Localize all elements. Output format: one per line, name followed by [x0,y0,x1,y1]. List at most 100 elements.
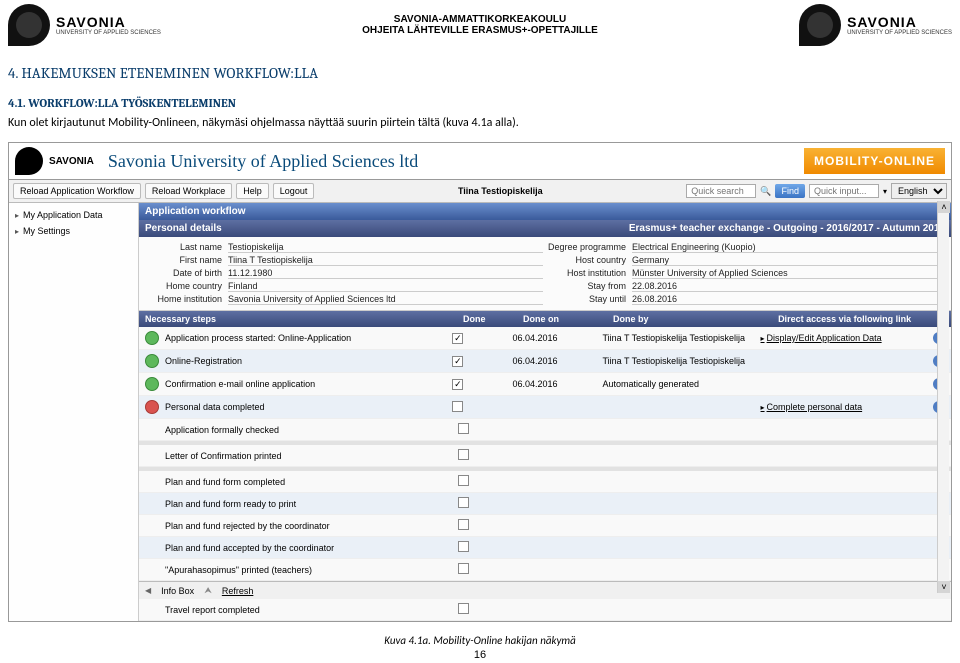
detail-value: 26.08.2016 [632,294,947,305]
personal-details-header: Personal details Erasmus+ teacher exchan… [139,220,951,237]
quick-search-input[interactable] [686,184,756,198]
bottom-bar: ◀ Info Box ⮝ Refresh [139,581,951,599]
done-checkbox [458,519,469,530]
step-name: Confirmation e-mail online application [165,379,452,389]
steps-header-row: Necessary steps Done Done on Done by Dir… [139,311,951,327]
step-name: Letter of Confirmation printed [165,451,458,461]
done-checkbox: ✓ [452,356,463,367]
language-select[interactable]: English [891,183,947,199]
step-done-by: Tiina T Testiopiskelija Testiopiskelija [602,356,760,366]
step-row: Personal data completed Complete personal… [139,396,951,419]
detail-row: Date of birth11.12.1980 [141,267,545,280]
nav-my-application-data[interactable]: My Application Data [11,207,136,223]
step-done-by: Automatically generated [602,379,760,389]
banner-title: Savonia University of Applied Sciences l… [108,151,418,172]
detail-value: Germany [632,255,947,266]
detail-row: Last nameTestiopiskelija [141,241,545,254]
step-action-link[interactable]: Display/Edit Application Data [761,333,882,343]
step-action-link[interactable]: Complete personal data [761,402,863,412]
document-title-block: SAVONIA-AMMATTIKORKEAKOULU OHJEITA LÄHTE… [362,14,598,36]
detail-value: Finland [228,281,543,292]
detail-label: Degree programme [547,242,632,253]
doc-header-line1: SAVONIA-AMMATTIKORKEAKOULU [362,14,598,25]
step-row: Online-Registration✓ 06.04.2016Tiina T Te… [139,350,951,373]
reload-workplace-button[interactable]: Reload Workplace [145,183,232,199]
detail-row: Degree programmeElectrical Engineering (… [545,241,949,254]
app-banner: SAVONIA Savonia University of Applied Sc… [9,143,951,180]
detail-value: 11.12.1980 [228,268,543,279]
section-heading: 4. HAKEMUKSEN ETENEMINEN WORKFLOW:LLA [0,50,960,84]
step-done-on: 06.04.2016 [512,333,602,343]
step-name: Plan and fund form ready to print [165,499,458,509]
toolbar: Reload Application Workflow Reload Workp… [9,180,951,203]
detail-label: Host institution [547,268,632,279]
sub-heading: 4.1. WORKFLOW:LLA TYÖSKENTELEMINEN [0,84,960,116]
search-icon[interactable]: 🔍 [760,186,771,197]
status-done-icon [145,354,159,368]
status-pending-icon [145,400,159,414]
status-done-icon [145,331,159,345]
logo-right: SAVONIA UNIVERSITY OF APPLIED SCIENCES [799,4,952,46]
step-name: Plan and fund accepted by the coordinato… [165,543,458,553]
step-row: Plan and fund rejected by the coordinato… [139,515,951,537]
detail-label: Date of birth [143,268,228,279]
logo-subtext: UNIVERSITY OF APPLIED SCIENCES [56,30,161,36]
detail-row: Host countryGermany [545,254,949,267]
figure-caption: Kuva 4.1a. Mobility-Online hakijan näkym… [0,628,960,647]
step-row: "Apurahasopimus" printed (teachers) [139,559,951,581]
info-box-link[interactable]: Info Box [161,586,194,596]
done-checkbox [452,401,463,412]
scroll-up-icon[interactable]: ˄ [938,201,950,213]
vertical-scrollbar[interactable]: ˄ ˅ [937,201,949,593]
reload-workflow-button[interactable]: Reload Application Workflow [13,183,141,199]
logout-button[interactable]: Logout [273,183,315,199]
savonia-logo-icon [15,147,43,175]
detail-value: Tiina T Testiopiskelija [228,255,543,266]
done-checkbox [458,497,469,508]
embedded-screenshot: SAVONIA Savonia University of Applied Sc… [8,142,952,622]
step-row: Plan and fund form completed [139,471,951,493]
help-button[interactable]: Help [236,183,269,199]
nav-my-settings[interactable]: My Settings [11,223,136,239]
page-number: 16 [0,647,960,663]
step-name: Application formally checked [165,425,458,435]
status-done-icon [145,377,159,391]
logo-left: SAVONIA UNIVERSITY OF APPLIED SCIENCES [8,4,161,46]
done-checkbox: ✓ [452,333,463,344]
expand-icon[interactable]: ⮝ [204,585,212,596]
detail-row: Host institutionMünster University of Ap… [545,267,949,280]
banner-logo-text: SAVONIA [49,156,94,167]
detail-row: Stay until26.08.2016 [545,293,949,306]
detail-value: Electrical Engineering (Kuopio) [632,242,947,253]
content-pane: Application workflow Personal details Er… [139,203,951,621]
detail-row: Home countryFinland [141,280,545,293]
logo-text: SAVONIA [847,14,952,30]
body-paragraph: Kun olet kirjautunut Mobility-Onlineen, … [0,116,960,136]
detail-value: Savonia University of Applied Sciences l… [228,294,543,305]
program-info: Erasmus+ teacher exchange - Outgoing - 2… [629,223,945,234]
find-button[interactable]: Find [775,184,805,198]
step-name: Online-Registration [165,356,452,366]
doc-header-line2: OHJEITA LÄHTEVILLE ERASMUS+-OPETTAJILLE [362,25,598,36]
detail-value: 22.08.2016 [632,281,947,292]
scroll-down-icon[interactable]: ˅ [938,581,950,593]
step-row: Travel report completed [139,599,951,621]
step-row: Application formally checked [139,419,951,441]
personal-details-panel: Last nameTestiopiskelijaFirst nameTiina … [139,237,951,311]
current-user: Tiina Testiopiskelija [458,186,543,196]
step-row: Letter of Confirmation printed [139,445,951,467]
step-done-on: 06.04.2016 [512,356,602,366]
quick-input[interactable] [809,184,879,198]
step-name: Personal data completed [165,402,452,412]
chevron-down-icon[interactable]: ▾ [883,187,887,196]
detail-label: Last name [143,242,228,253]
step-done-by: Tiina T Testiopiskelija Testiopiskelija [602,333,760,343]
step-name: Plan and fund rejected by the coordinato… [165,521,458,531]
logo-subtext: UNIVERSITY OF APPLIED SCIENCES [847,30,952,36]
done-checkbox [458,603,469,614]
refresh-link[interactable]: Refresh [222,586,254,596]
logo-text: SAVONIA [56,14,161,30]
detail-label: First name [143,255,228,266]
done-checkbox [458,449,469,460]
document-header: SAVONIA UNIVERSITY OF APPLIED SCIENCES S… [0,0,960,50]
